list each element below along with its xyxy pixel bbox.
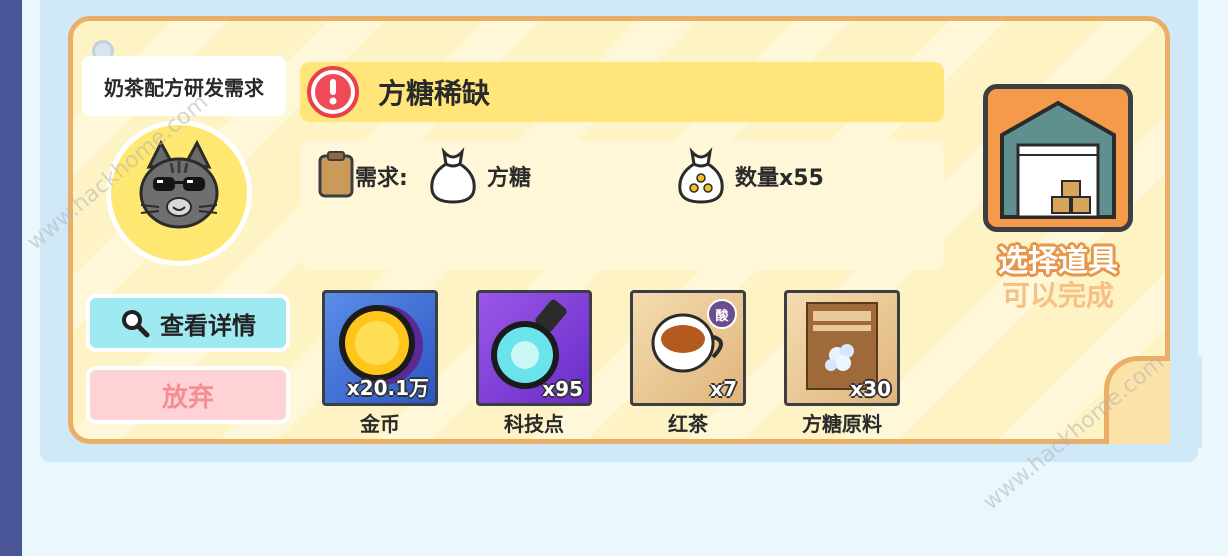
sugar-sack-icon	[430, 147, 476, 204]
select-item-button[interactable]	[983, 84, 1133, 232]
corner-cover	[1172, 356, 1202, 448]
give-up-button[interactable]: 放弃	[86, 366, 290, 424]
reward-name: 方糖原料	[802, 412, 882, 436]
reward-slot-gold[interactable]: x20.1万	[322, 290, 438, 406]
give-up-label: 放弃	[161, 382, 214, 413]
completion-status: 可以完成	[1001, 279, 1114, 312]
sour-badge: 酸	[707, 299, 737, 329]
requirement-label: 需求:	[355, 166, 408, 191]
reward-count: x30	[850, 377, 891, 401]
reward-slot-tech[interactable]: x95	[476, 290, 592, 406]
reward-count: x20.1万	[346, 376, 429, 400]
magnifier-icon	[122, 310, 150, 338]
alert-title-bar: 方糖稀缺	[300, 62, 944, 122]
cat-avatar	[106, 120, 252, 266]
request-type-text: 奶茶配方研发需求	[104, 75, 264, 100]
alert-title: 方糖稀缺	[378, 77, 491, 110]
reward-count: x7	[710, 377, 737, 401]
left-edge-strip	[0, 0, 22, 556]
view-details-label: 查看详情	[160, 311, 256, 340]
reward-slot-sugar-material[interactable]: x30	[784, 290, 900, 406]
warehouse-icon	[1000, 100, 1116, 219]
requirement-quantity: 数量x55	[735, 166, 824, 191]
view-details-button[interactable]: 查看详情	[86, 294, 290, 352]
reward-name: 金币	[360, 412, 400, 436]
reward-name: 红茶	[668, 412, 708, 436]
reward-count: x95	[542, 377, 583, 401]
alert-icon	[307, 66, 359, 118]
coin-sack-icon	[678, 147, 724, 204]
reward-slot-black-tea[interactable]: 酸 x7	[630, 290, 746, 406]
reward-name: 科技点	[504, 412, 564, 436]
requirement-item: 方糖	[487, 166, 532, 191]
sour-badge-text: 酸	[715, 308, 729, 324]
clipboard-icon	[318, 151, 354, 198]
